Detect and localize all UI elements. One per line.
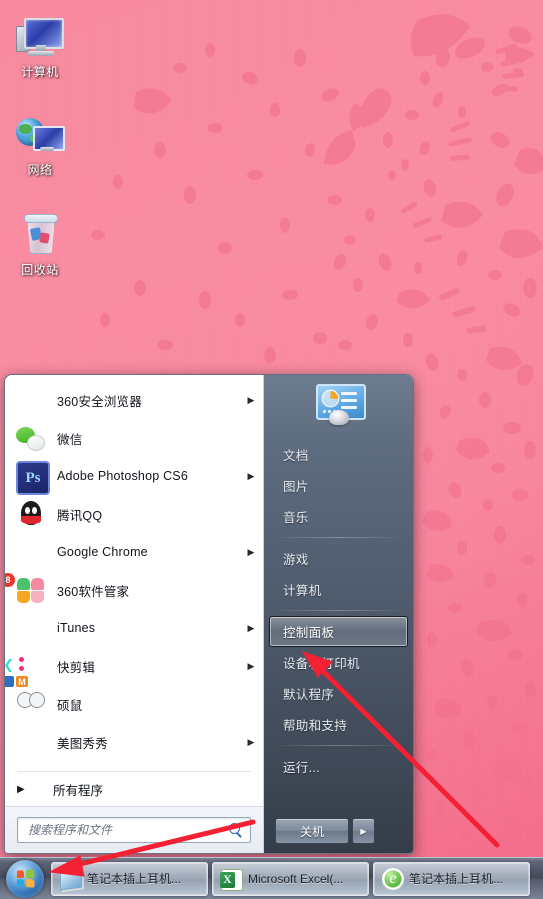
search-icon[interactable]: [228, 822, 244, 838]
itunes-icon: [15, 612, 47, 644]
program-label: 美图秀秀: [57, 736, 108, 751]
chrome-icon: [15, 536, 47, 568]
right-item-control-panel[interactable]: 控制面板: [269, 616, 408, 647]
start-menu-left-panel: 360安全浏览器 ▶ 微信 Ps Adobe Photoshop CS6 ▶ 腾…: [5, 375, 264, 853]
desktop-screen: 计算机 网络 回收站 360安全浏览器 ▶ 微信 Ps Adobe Photos…: [0, 0, 543, 899]
desktop-icon-network[interactable]: 网络: [3, 112, 77, 177]
program-item-itunes[interactable]: iTunes ▶: [5, 609, 263, 647]
control-panel-icon: [313, 384, 366, 428]
divider: [276, 745, 401, 746]
program-label: 360安全浏览器: [57, 394, 142, 409]
chevron-right-icon[interactable]: ▶: [245, 661, 257, 672]
qq-icon: [15, 498, 47, 530]
start-button[interactable]: [3, 859, 47, 898]
meitu-icon: [15, 726, 47, 758]
network-icon: [14, 112, 66, 160]
notification-badge: 8: [5, 572, 16, 588]
all-programs-button[interactable]: ▶ 所有程序: [5, 772, 263, 806]
computer-icon: [14, 14, 66, 62]
search-input[interactable]: [26, 822, 228, 838]
desktop-icon-computer[interactable]: 计算机: [3, 14, 77, 79]
taskbar-button-2[interactable]: Microsoft Excel(...: [212, 861, 369, 896]
right-panel-list: 文档 图片 音乐 游戏 计算机 控制面板 设备和打印机 默认程序 帮助和支持 运…: [264, 437, 413, 809]
shutdown-options-button[interactable]: ▶: [352, 818, 375, 844]
right-item-pictures[interactable]: 图片: [269, 470, 408, 501]
desktop-icon-recycle-bin[interactable]: 回收站: [3, 212, 77, 277]
program-label: 360软件管家: [57, 584, 130, 599]
chevron-right-icon[interactable]: ▶: [245, 395, 257, 406]
taskbar-button-label: Microsoft Excel(...: [248, 871, 344, 886]
program-item-wechat[interactable]: 微信: [5, 419, 263, 457]
right-item-default-programs[interactable]: 默认程序: [269, 678, 408, 709]
wechat-icon: [15, 422, 47, 454]
taskbar: 笔记本插上耳机... Microsoft Excel(... 笔记本插上耳机..…: [0, 857, 543, 899]
program-label: Adobe Photoshop CS6: [57, 469, 188, 483]
chevron-right-icon[interactable]: ▶: [245, 737, 257, 748]
search-box[interactable]: [17, 817, 251, 843]
program-label: Google Chrome: [57, 545, 148, 559]
program-item-meitu[interactable]: 美图秀秀 ▶: [5, 723, 263, 761]
all-programs-label: 所有程序: [53, 783, 104, 798]
right-item-computer[interactable]: 计算机: [269, 574, 408, 605]
divider: [276, 537, 401, 538]
taskbar-button-1[interactable]: 笔记本插上耳机...: [51, 861, 208, 896]
start-menu: 360安全浏览器 ▶ 微信 Ps Adobe Photoshop CS6 ▶ 腾…: [4, 374, 414, 854]
taskbar-button-label: 笔记本插上耳机...: [409, 872, 504, 886]
right-item-help-and-support[interactable]: 帮助和支持: [269, 709, 408, 740]
right-item-run[interactable]: 运行...: [269, 751, 408, 782]
right-item-devices-and-printers[interactable]: 设备和打印机: [269, 647, 408, 678]
program-item-kuaijianji[interactable]: ❮ 快剪辑 ▶: [5, 647, 263, 685]
desktop-icon-label: 网络: [27, 163, 53, 177]
program-item-360-browser[interactable]: 360安全浏览器 ▶: [5, 381, 263, 419]
taskbar-button-label: 笔记本插上耳机...: [87, 872, 182, 886]
user-picture-wrap: [264, 375, 413, 437]
chevron-right-icon[interactable]: ▶: [245, 623, 257, 634]
pinned-programs-list: 360安全浏览器 ▶ 微信 Ps Adobe Photoshop CS6 ▶ 腾…: [5, 375, 263, 767]
start-menu-right-panel: 文档 图片 音乐 游戏 计算机 控制面板 设备和打印机 默认程序 帮助和支持 运…: [264, 375, 413, 853]
program-item-chrome[interactable]: Google Chrome ▶: [5, 533, 263, 571]
chevron-right-icon[interactable]: ▶: [245, 471, 257, 482]
window-icon: [57, 867, 83, 891]
ie-browser-icon: [379, 867, 405, 891]
program-item-qq[interactable]: 腾讯QQ: [5, 495, 263, 533]
windows-orb-icon: [6, 859, 44, 898]
shutdown-zone: 关机 ▶: [264, 809, 413, 853]
program-item-photoshop[interactable]: Ps Adobe Photoshop CS6 ▶: [5, 457, 263, 495]
program-label: iTunes: [57, 621, 96, 635]
desktop-icon-label: 回收站: [21, 263, 59, 277]
360-browser-icon: [15, 384, 47, 416]
program-item-shuoshu[interactable]: M 硕鼠: [5, 676, 263, 723]
right-item-games[interactable]: 游戏: [269, 543, 408, 574]
program-label: 硕鼠: [57, 698, 83, 713]
recycle-bin-icon: [14, 212, 66, 260]
divider: [276, 610, 401, 611]
program-item-360-software-manager[interactable]: 8 360软件管家: [5, 571, 263, 609]
chevron-right-icon: ▶: [17, 783, 25, 795]
program-label: 腾讯QQ: [57, 508, 103, 523]
360-software-manager-icon: 8: [5, 572, 47, 606]
excel-icon: [218, 867, 244, 891]
chevron-right-icon[interactable]: ▶: [245, 547, 257, 558]
photoshop-icon: Ps: [15, 460, 50, 495]
search-zone: [5, 806, 263, 853]
desktop-icon-label: 计算机: [21, 65, 59, 79]
program-label: 快剪辑: [57, 660, 96, 675]
right-item-documents[interactable]: 文档: [269, 439, 408, 470]
program-label: 微信: [57, 432, 83, 447]
shuoshu-icon: M: [5, 676, 47, 720]
right-item-music[interactable]: 音乐: [269, 501, 408, 532]
taskbar-button-3[interactable]: 笔记本插上耳机...: [373, 861, 530, 896]
shutdown-button[interactable]: 关机: [275, 818, 349, 844]
chevron-right-icon: ▶: [360, 826, 367, 836]
